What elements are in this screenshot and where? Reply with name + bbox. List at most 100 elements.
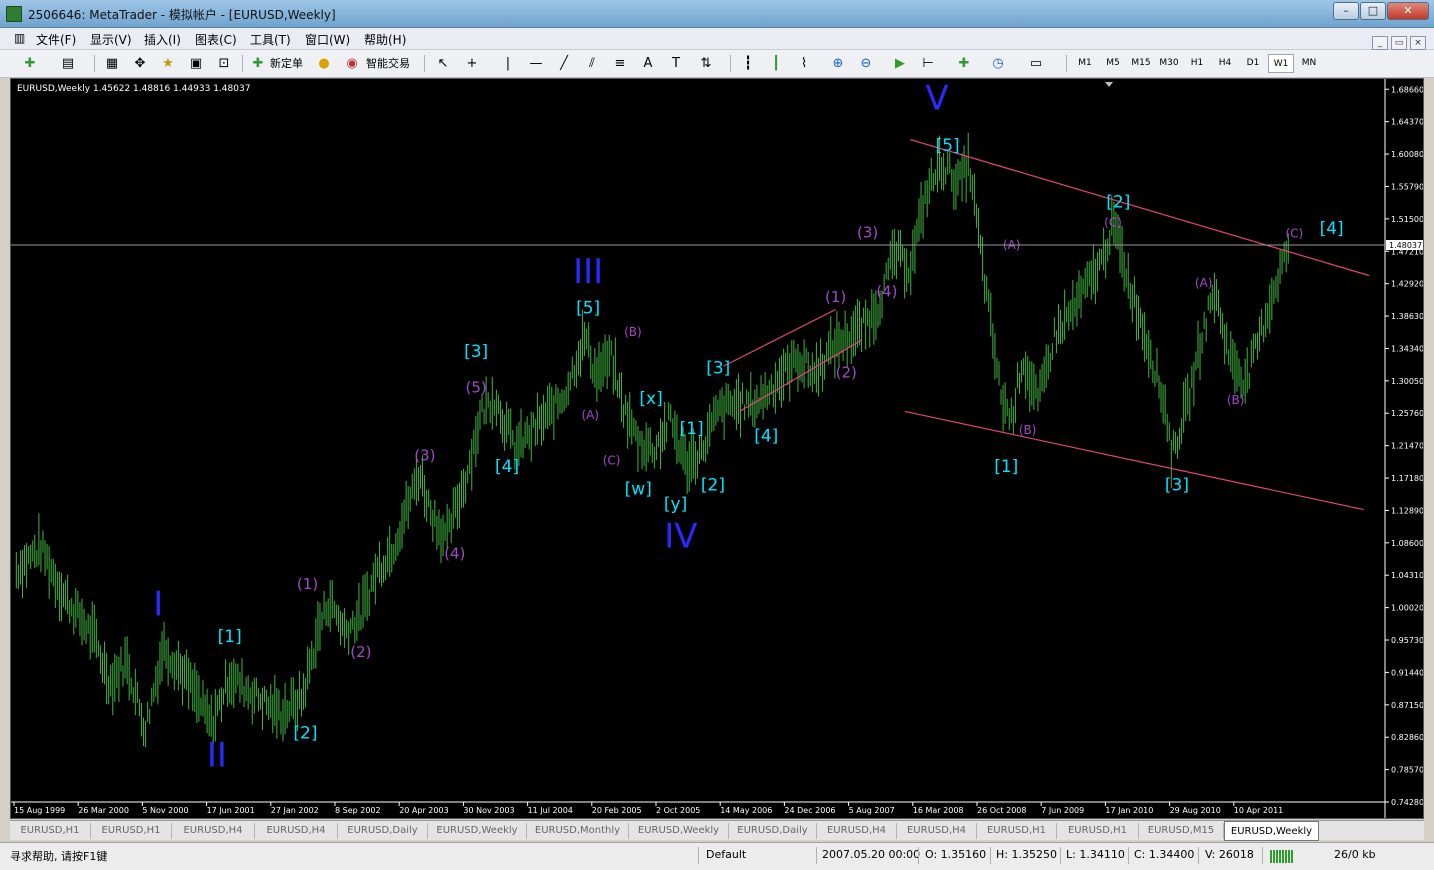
arrows-icon[interactable]: ⇅: [696, 53, 716, 74]
menu-tools[interactable]: 工具(T): [250, 31, 291, 48]
minimize-button[interactable]: –: [1333, 2, 1359, 20]
fibonacci-icon[interactable]: ≡: [610, 53, 630, 74]
new-order-icon[interactable]: ✚: [248, 53, 268, 74]
chart-tab[interactable]: EURUSD,H4: [817, 823, 897, 839]
timeframe-m5[interactable]: M5: [1100, 54, 1126, 73]
menu-window[interactable]: 窗口(W): [305, 31, 350, 48]
chart-tab[interactable]: EURUSD,H1: [91, 823, 172, 839]
time-tick-label: 10 Apr 2011: [1234, 806, 1283, 815]
expert-warning-icon[interactable]: ●: [314, 53, 334, 74]
mdi-close-button[interactable]: ×: [1410, 36, 1426, 50]
new-chart-icon[interactable]: ✚: [20, 53, 40, 74]
time-tick-label: 15 Aug 1999: [14, 806, 65, 815]
price-tick-label: 1.51500: [1391, 215, 1423, 224]
current-price-label: 1.48037: [1389, 241, 1422, 250]
time-tick-label: 11 Jul 2004: [528, 806, 573, 815]
time-tick-label: 26 Oct 2008: [977, 806, 1026, 815]
chart-tab[interactable]: EURUSD,Weekly: [428, 823, 527, 839]
status-separator: [816, 847, 817, 864]
expert-advisors-button[interactable]: 智能交易: [366, 53, 410, 74]
menu-help[interactable]: 帮助(H): [364, 31, 406, 48]
chart-shift-marker[interactable]: [1105, 82, 1113, 87]
timeframe-d1[interactable]: D1: [1240, 54, 1266, 73]
price-tick-label: 0.95730: [1391, 636, 1423, 645]
chart-tab[interactable]: EURUSD,Daily: [338, 823, 428, 839]
zoom-in-icon[interactable]: ⊕: [828, 53, 848, 74]
market-watch-icon[interactable]: ▦: [102, 53, 122, 74]
trendlines[interactable]: [723, 138, 1370, 511]
chart-tab[interactable]: EURUSD,H1: [1057, 823, 1139, 839]
timeframe-m30[interactable]: M30: [1156, 54, 1182, 73]
periods-clock-icon[interactable]: ◷: [988, 53, 1008, 74]
timeframe-w1[interactable]: W1: [1268, 54, 1294, 73]
timeframe-m1[interactable]: M1: [1072, 54, 1098, 73]
indicators-icon[interactable]: ✚: [954, 53, 974, 74]
price-chart[interactable]: EURUSD,Weekly 1.45622 1.48816 1.44933 1.…: [11, 79, 1423, 818]
wave-label: (4): [876, 283, 897, 301]
horizontal-line-icon[interactable]: —: [526, 53, 546, 74]
chart-tab[interactable]: EURUSD,H4: [172, 823, 255, 839]
chart-tab[interactable]: EURUSD,H1: [10, 823, 91, 839]
menu-insert[interactable]: 插入(I): [144, 31, 181, 48]
line-chart-icon[interactable]: ⌇: [794, 53, 814, 74]
navigator-icon[interactable]: ✥: [130, 53, 150, 74]
text-icon[interactable]: A: [638, 53, 658, 74]
chart-tabs: EURUSD,H1 EURUSD,H1 EURUSD,H4 EURUSD,H4 EURU…: [10, 820, 1424, 841]
templates-icon[interactable]: ▭: [1026, 53, 1046, 74]
connection-status-icon[interactable]: [1270, 850, 1294, 863]
wave-label: (4): [444, 545, 465, 563]
close-button[interactable]: ✕: [1387, 2, 1429, 20]
chart-tab[interactable]: EURUSD,Weekly: [1224, 821, 1319, 841]
wave-label: I: [153, 584, 163, 624]
chart-tab[interactable]: EURUSD,Weekly: [629, 823, 729, 839]
bar-chart-icon[interactable]: ┇: [738, 53, 758, 74]
strategy-tester-icon[interactable]: ⊡: [214, 53, 234, 74]
menu-app-icon[interactable]: ▥: [14, 31, 25, 45]
profiles-icon[interactable]: ▤: [58, 53, 78, 74]
status-separator: [698, 847, 699, 864]
vertical-line-icon[interactable]: |: [498, 53, 518, 74]
timeframe-m15[interactable]: M15: [1128, 54, 1154, 73]
terminal-icon[interactable]: ★: [158, 53, 178, 74]
wave-label: [4]: [495, 457, 519, 477]
mdi-restore-button[interactable]: ▭: [1391, 36, 1407, 50]
maximize-button[interactable]: □: [1360, 2, 1386, 20]
channel-icon[interactable]: ⫽: [582, 53, 602, 74]
mdi-minimize-button[interactable]: _: [1372, 36, 1388, 50]
chart-tab[interactable]: EURUSD,H1: [977, 823, 1057, 839]
toolbar-separator: [730, 55, 731, 72]
menu-file[interactable]: 文件(F): [36, 31, 76, 48]
data-window-icon[interactable]: ▣: [186, 53, 206, 74]
menu-bar: ▥ 文件(F) 显示(V) 插入(I) 图表(C) 工具(T) 窗口(W) 帮助…: [0, 28, 1434, 50]
crosshair-icon[interactable]: +: [462, 53, 482, 74]
trendline-icon[interactable]: ╱: [554, 53, 574, 74]
chart-shift-icon[interactable]: ⊢: [918, 53, 938, 74]
toolbar-separator: [424, 55, 425, 72]
auto-scroll-icon[interactable]: ▶: [890, 53, 910, 74]
expert-advisor-icon[interactable]: ◉: [342, 53, 362, 74]
chart-tab[interactable]: EURUSD,H4: [255, 823, 338, 839]
wave-label: [1]: [994, 457, 1018, 477]
price-tick-label: 1.12890: [1391, 506, 1423, 515]
menu-view[interactable]: 显示(V): [90, 31, 132, 48]
candlestick-icon[interactable]: ┃: [766, 53, 786, 74]
chart-window[interactable]: EURUSD,Weekly 1.45622 1.48816 1.44933 1.…: [10, 78, 1424, 819]
timeframe-h1[interactable]: H1: [1184, 54, 1210, 73]
status-separator: [1128, 847, 1129, 864]
wave-label: [3]: [464, 342, 488, 362]
timeframe-h4[interactable]: H4: [1212, 54, 1238, 73]
time-tick-label: 7 Jun 2009: [1041, 806, 1084, 815]
chart-tab[interactable]: EURUSD,M15: [1139, 823, 1224, 839]
toolbar-separator: [1066, 55, 1067, 72]
chart-tab[interactable]: EURUSD,H4: [897, 823, 977, 839]
time-tick-label: 17 Jan 2010: [1105, 806, 1153, 815]
chart-tab[interactable]: EURUSD,Monthly: [527, 823, 629, 839]
new-order-button[interactable]: 新定单: [270, 53, 303, 74]
wave-label: (C): [1285, 227, 1303, 241]
cursor-icon[interactable]: ↖: [433, 53, 453, 74]
zoom-out-icon[interactable]: ⊖: [856, 53, 876, 74]
menu-chart[interactable]: 图表(C): [195, 31, 237, 48]
timeframe-mn[interactable]: MN: [1296, 54, 1322, 73]
text-label-icon[interactable]: T: [666, 53, 686, 74]
chart-tab[interactable]: EURUSD,Daily: [729, 823, 817, 839]
